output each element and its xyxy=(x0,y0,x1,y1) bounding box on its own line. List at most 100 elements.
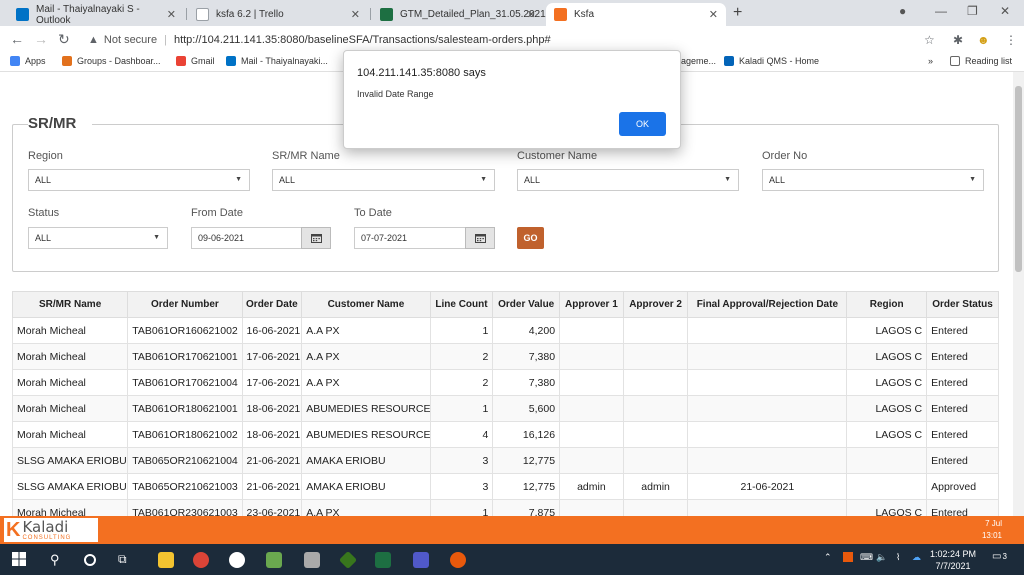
cell-srmr-name: Morah Micheal xyxy=(11,343,129,370)
cell-srmr-name: Morah Micheal xyxy=(11,317,129,344)
reading-list-label: Reading list xyxy=(965,56,1013,66)
col-header-srmr-name[interactable]: SR/MR Name xyxy=(11,291,129,318)
chevron-up-icon[interactable]: ⌃ xyxy=(824,552,832,563)
srmr-name-select[interactable]: ALL ▼ xyxy=(272,169,495,191)
security-label[interactable]: Not secure xyxy=(104,34,157,46)
menu-icon[interactable]: ⋮ xyxy=(1005,33,1017,47)
clock-time: 1:02:24 PM xyxy=(929,549,976,559)
notepad-icon[interactable] xyxy=(266,552,282,568)
col-header-final-date[interactable]: Final Approval/Rejection Date xyxy=(687,291,848,318)
windows-taskbar: ⚲ ⧉ ⌃ ⌨ 🔈 ⌇ ☁ 1:02:24 PM 7/7/2021 ▭3 xyxy=(0,544,1024,575)
teams-icon[interactable] xyxy=(413,552,429,568)
table-row[interactable]: Morah Micheal TAB061OR170621001 17-06-2021… xyxy=(11,343,999,370)
table-row[interactable]: Morah Micheal TAB061OR180621001 18-06-2021… xyxy=(11,395,999,422)
page-scrollbar[interactable] xyxy=(1013,72,1024,544)
scrollbar-thumb[interactable] xyxy=(1015,86,1022,272)
app-icon[interactable] xyxy=(229,552,245,568)
col-header-order-number[interactable]: Order Number xyxy=(127,291,243,318)
col-header-order-status[interactable]: Order Status xyxy=(926,291,999,318)
notification-icon[interactable]: ▭3 xyxy=(992,551,1007,562)
bookmarks-overflow[interactable]: » xyxy=(928,56,933,66)
bookmark-kaladi-qms[interactable]: Kaladi QMS - Home xyxy=(724,56,819,66)
alert-dialog: 104.211.141.35:8080 says Invalid Date Ra… xyxy=(343,50,681,149)
close-icon[interactable]: ✕ xyxy=(709,8,718,21)
calendar-icon[interactable] xyxy=(301,227,331,249)
table-row[interactable]: Morah Micheal TAB061OR180621002 18-06-2021… xyxy=(11,421,999,448)
app-icon[interactable] xyxy=(450,552,466,568)
select-value: ALL xyxy=(35,175,52,185)
cell-approver-1 xyxy=(559,395,624,422)
cortana-icon[interactable] xyxy=(84,554,96,566)
profile-icon[interactable]: ● xyxy=(899,4,906,18)
network-icon[interactable]: ⌇ xyxy=(896,552,900,563)
calendar-icon[interactable] xyxy=(465,227,495,249)
star-icon[interactable]: ☆ xyxy=(924,33,935,47)
volume-icon[interactable]: 🔈 xyxy=(876,552,887,563)
close-icon[interactable]: ✕ xyxy=(351,8,360,21)
cell-line-count: 1 xyxy=(429,395,494,422)
customer-name-select[interactable]: ALL ▼ xyxy=(517,169,739,191)
table-row[interactable]: Morah Micheal TAB061OR160621002 16-06-2021… xyxy=(11,317,999,344)
col-header-approver-1[interactable]: Approver 1 xyxy=(559,291,624,318)
window-close-icon[interactable]: ✕ xyxy=(1000,4,1010,18)
onedrive-icon[interactable]: ☁ xyxy=(912,552,921,563)
bookmark-apps[interactable]: Apps xyxy=(10,56,46,66)
avatar[interactable]: ☻ xyxy=(977,33,990,47)
database-icon[interactable] xyxy=(304,552,320,568)
bookmark-mail[interactable]: Mail - Thaiyalnayaki... xyxy=(226,56,328,66)
go-button[interactable]: GO xyxy=(517,227,544,249)
chrome-icon[interactable] xyxy=(193,552,209,568)
status-select[interactable]: ALL ▼ xyxy=(28,227,168,249)
windows-start-icon[interactable] xyxy=(12,552,28,568)
cell-order-value: 7,875 xyxy=(492,499,561,516)
cell-order-number: TAB065OR210621004 xyxy=(127,447,243,474)
table-row[interactable]: SLSG AMAKA ERIOBU TAB065OR210621003 21-06-… xyxy=(11,473,999,500)
back-icon[interactable]: ← xyxy=(10,31,24,47)
minimize-icon[interactable]: — xyxy=(935,4,947,18)
new-tab-icon[interactable]: + xyxy=(733,4,742,22)
col-header-line-count[interactable]: Line Count xyxy=(429,291,494,318)
bookmark-gmail[interactable]: Gmail xyxy=(176,56,215,66)
col-header-order-date[interactable]: Order Date xyxy=(241,291,303,318)
col-header-customer-name[interactable]: Customer Name xyxy=(301,291,431,318)
restore-icon[interactable]: ❐ xyxy=(967,4,978,18)
bookmark-manage[interactable]: ageme... xyxy=(681,56,716,66)
region-select[interactable]: ALL ▼ xyxy=(28,169,250,191)
cell-line-count: 1 xyxy=(429,317,494,344)
from-date-input[interactable]: 09-06-2021 xyxy=(191,227,302,249)
col-header-region[interactable]: Region xyxy=(846,291,928,318)
taskbar-clock[interactable]: 1:02:24 PM 7/7/2021 xyxy=(930,548,976,572)
excel-icon[interactable] xyxy=(375,552,391,568)
close-icon[interactable]: ✕ xyxy=(167,8,176,21)
select-value: ALL xyxy=(279,175,296,185)
col-header-order-value[interactable]: Order Value xyxy=(492,291,561,318)
forward-icon[interactable]: → xyxy=(34,31,48,47)
file-explorer-icon[interactable] xyxy=(158,552,174,568)
col-header-approver-2[interactable]: Approver 2 xyxy=(622,291,689,318)
keyboard-icon[interactable]: ⌨ xyxy=(860,552,873,563)
table-row[interactable]: SLSG AMAKA ERIOBU TAB065OR210621004 21-06-… xyxy=(11,447,999,474)
app-icon[interactable] xyxy=(338,550,358,570)
tab-outlook[interactable]: Mail - Thaiyalnayaki S - Outlook ✕ xyxy=(8,3,184,26)
table-row[interactable]: Morah Micheal TAB061OR230621003 23-06-2021… xyxy=(11,499,999,516)
address-bar[interactable]: ▲ Not secure | http://104.211.141.35:808… xyxy=(80,29,950,50)
extensions-icon[interactable]: ✱ xyxy=(953,33,963,47)
tab-trello[interactable]: ksfa 6.2 | Trello ✕ xyxy=(188,3,368,26)
tab-ksfa[interactable]: Ksfa ✕ xyxy=(546,3,726,26)
bookmark-groups[interactable]: Groups - Dashboar... xyxy=(62,56,161,66)
tab-excel[interactable]: GTM_Detailed_Plan_31.05.2021.xl ✕ xyxy=(372,3,556,26)
search-icon[interactable]: ⚲ xyxy=(50,552,66,568)
table-row[interactable]: Morah Micheal TAB061OR170621004 17-06-2021… xyxy=(11,369,999,396)
tray-app-icon[interactable] xyxy=(843,552,853,562)
to-date-input[interactable]: 07-07-2021 xyxy=(354,227,466,249)
reading-list[interactable]: Reading list xyxy=(950,56,1012,66)
reload-icon[interactable]: ↻ xyxy=(58,31,70,48)
url-text[interactable]: http://104.211.141.35:8080/baselineSFA/T… xyxy=(174,34,551,46)
close-icon[interactable]: ✕ xyxy=(527,8,536,21)
order-no-select[interactable]: ALL ▼ xyxy=(762,169,984,191)
cell-customer-name: AMAKA ERIOBU xyxy=(301,447,431,474)
task-view-icon[interactable]: ⧉ xyxy=(118,552,134,568)
cell-final-date xyxy=(687,499,848,516)
cell-line-count: 3 xyxy=(429,447,494,474)
ok-button[interactable]: OK xyxy=(619,112,666,136)
